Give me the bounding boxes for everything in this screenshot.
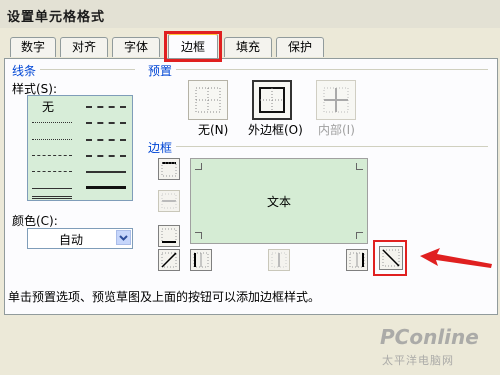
preview-corner-mark: [356, 232, 363, 239]
border-outline-icon: [259, 87, 285, 113]
preset-inside-button[interactable]: [316, 80, 356, 120]
border-inside-icon: [323, 87, 349, 113]
tab-protection[interactable]: 保护: [276, 37, 324, 57]
tab-number[interactable]: 数字: [10, 37, 56, 57]
border-left-button[interactable]: [190, 249, 212, 271]
presets-group-title: 预置: [148, 64, 173, 78]
line-style-hair[interactable]: [32, 122, 72, 123]
line-style-none[interactable]: 无: [42, 98, 54, 115]
dialog-titlebar: 设置单元格格式: [0, 0, 500, 28]
line-style-dotted[interactable]: [32, 139, 72, 140]
border-inside-vertical-icon: [271, 252, 287, 268]
line-style-dash-dot-dot[interactable]: [32, 155, 72, 156]
border-group-title: 边框: [148, 141, 173, 155]
line-style-medium-dash-dot-dot[interactable]: [86, 106, 126, 108]
preset-inside-label: 内部(I): [318, 123, 355, 137]
preview-corner-mark: [356, 163, 363, 170]
line-style-thin[interactable]: [32, 188, 72, 189]
line-group-title: 线条: [12, 64, 37, 78]
border-inside-horizontal-button[interactable]: [158, 190, 180, 212]
tab-alignment[interactable]: 对齐: [60, 37, 108, 57]
border-left-icon: [193, 252, 209, 268]
border-right-icon: [349, 252, 365, 268]
line-style-list[interactable]: 无: [27, 95, 133, 201]
line-style-dash-dot[interactable]: [32, 171, 72, 172]
line-group-rule: [40, 69, 135, 70]
diagonal-button-highlight-box: [373, 240, 407, 276]
preset-outline-button[interactable]: [252, 80, 292, 120]
line-style-medium-dash-dot[interactable]: [86, 139, 126, 141]
border-diagonal-up-button[interactable]: [158, 249, 180, 271]
hint-text: 单击预置选项、预览草图及上面的按钮可以添加边框样式。: [8, 290, 321, 304]
border-inside-vertical-button[interactable]: [268, 249, 290, 271]
preset-outline-label: 外边框(O): [248, 123, 303, 137]
border-preview[interactable]: 文本: [190, 158, 368, 244]
border-tab-highlight-box: [164, 31, 222, 62]
border-bottom-icon: [161, 228, 177, 243]
presets-rule: [176, 69, 488, 70]
border-top-icon: [161, 162, 177, 177]
border-top-button[interactable]: [158, 158, 180, 180]
line-style-slant-dash-dot[interactable]: [86, 122, 126, 124]
border-right-button[interactable]: [346, 249, 368, 271]
watermark-main-text: PConline: [380, 325, 479, 349]
line-style-medium[interactable]: [86, 171, 126, 173]
line-style-medium-dashed[interactable]: [86, 155, 126, 157]
border-rule: [176, 146, 488, 147]
color-label: 颜色(C):: [12, 214, 58, 228]
border-none-icon: [195, 87, 221, 113]
preview-text: 文本: [266, 195, 291, 209]
diagonal-up-icon: [161, 252, 177, 268]
preset-none-button[interactable]: [188, 80, 228, 120]
border-inside-horizontal-icon: [161, 193, 177, 209]
border-bottom-button[interactable]: [158, 225, 180, 247]
dialog-title: 设置单元格格式: [7, 10, 106, 25]
tab-font[interactable]: 字体: [112, 37, 160, 57]
line-style-thick[interactable]: [86, 186, 126, 189]
preview-corner-mark: [195, 232, 202, 239]
chevron-down-icon[interactable]: [116, 230, 131, 245]
color-value: 自动: [58, 233, 83, 247]
tab-bar: 数字 对齐 字体 边框 填充 保护: [0, 33, 500, 59]
red-arrow-icon: [420, 248, 492, 268]
pconline-watermark-logo: PConline 太平洋电脑网: [368, 325, 498, 375]
preset-none-label: 无(N): [198, 123, 229, 137]
preview-corner-mark: [195, 163, 202, 170]
tab-fill[interactable]: 填充: [224, 37, 272, 57]
color-dropdown[interactable]: 自动: [27, 228, 133, 249]
watermark-sub-text: 太平洋电脑网: [382, 354, 454, 367]
line-style-double[interactable]: [32, 196, 72, 199]
